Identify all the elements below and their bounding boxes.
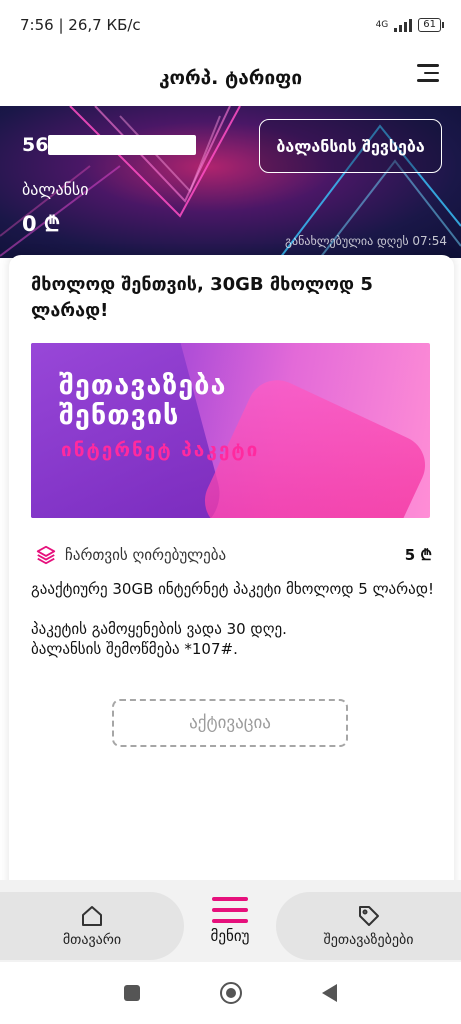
activate-button[interactable]: აქტივაცია: [112, 699, 348, 747]
balance-label: ბალანსი: [22, 180, 89, 199]
offer-title: მხოლოდ შენთვის, 30GB მხოლოდ 5 ლარად!: [31, 274, 373, 321]
network-type: 4G: [375, 20, 389, 30]
offer-description: გააქტიურე 30GB ინტერნეტ პაკეტი მხოლოდ 5 …: [31, 579, 436, 659]
status-bar: 7:56 | 26,7 КБ/с 4G 61: [0, 0, 461, 50]
phone-number-mask: [48, 135, 197, 155]
balance-value: 0 ₾: [22, 212, 61, 236]
banner-subline: ინტერნეტ პაკეტი: [61, 439, 260, 461]
tag-icon: [358, 906, 379, 926]
battery-icon: 61: [418, 18, 444, 32]
recents-icon[interactable]: [124, 985, 140, 1001]
fee-label: ჩართვის ღირებულება: [65, 546, 227, 564]
banner-headline: შეთავაზება შენთვის: [59, 370, 227, 431]
page-title: კორპ. ტარიფი: [158, 67, 303, 89]
nav-menu[interactable]: მენიუ: [184, 880, 276, 962]
topup-balance-button[interactable]: ბალანსის შევსება: [259, 119, 442, 173]
fee-value: 5 ₾: [404, 546, 432, 564]
system-nav-bar: [0, 962, 461, 1024]
app-header: კორპ. ტარიფი: [0, 50, 461, 106]
offer-card: მხოლოდ შენთვის, 30GB მხოლოდ 5 ლარად! შეთ…: [9, 255, 454, 895]
home-circle-icon[interactable]: [220, 982, 242, 1004]
nav-home-label: მთავარი: [62, 932, 122, 948]
nav-menu-label: მენიუ: [210, 927, 250, 945]
activation-fee-row: ჩართვის ღირებულება 5 ₾: [35, 543, 432, 567]
back-icon[interactable]: [322, 984, 337, 1002]
menu-icon: [212, 897, 248, 923]
nav-home[interactable]: მთავარი: [0, 892, 184, 960]
bottom-nav: მთავარი მენიუ შეთავაზებები: [0, 880, 461, 962]
offer-banner-image: შეთავაზება შენთვის ინტერნეტ პაკეტი: [31, 343, 430, 518]
menu-icon[interactable]: [417, 64, 439, 84]
status-indicators: 4G 61: [375, 18, 444, 32]
layers-icon: [36, 545, 56, 565]
balance-updated-timestamp: განახლებულია დღეს 07:54: [285, 234, 447, 248]
home-icon: [82, 906, 102, 926]
phone-number-row: 56: [22, 134, 197, 156]
status-time: 7:56 | 26,7 КБ/с: [20, 16, 141, 34]
offer-desc-line: ბალანსის შემოწმება *107#.: [31, 640, 238, 658]
balance-banner: 56 ბალანსის შევსება ბალანსი 0 ₾ განახლებ…: [0, 106, 461, 258]
nav-offers[interactable]: შეთავაზებები: [276, 892, 461, 960]
signal-icon: [394, 18, 413, 32]
offer-desc-line: პაკეტის გამოყენების ვადა 30 დღე.: [31, 620, 287, 638]
nav-offers-label: შეთავაზებები: [323, 932, 414, 948]
offer-desc-line: გააქტიურე 30GB ინტერნეტ პაკეტი მხოლოდ 5 …: [31, 580, 435, 598]
phone-number: 56: [22, 134, 49, 156]
